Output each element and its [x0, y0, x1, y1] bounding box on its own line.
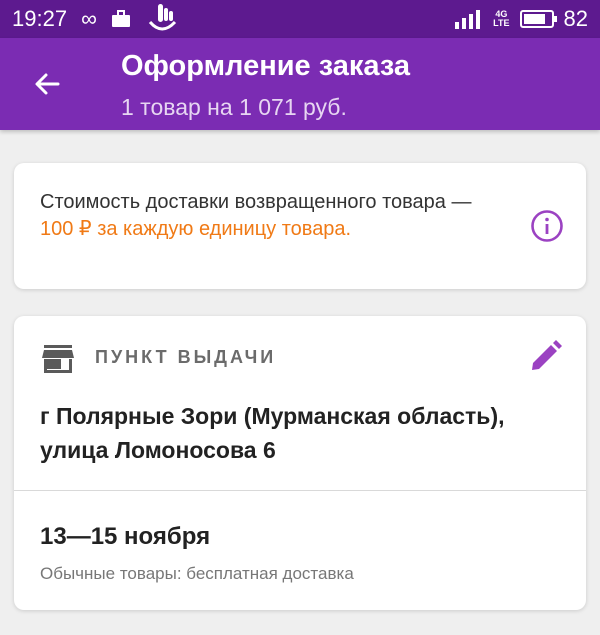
pickup-address: г Полярные Зори (Мурманская область), ул… [40, 403, 505, 463]
info-text: Стоимость доставки возвращенного товара … [40, 189, 500, 243]
signal-icon [455, 10, 481, 29]
battery-level: 82 [563, 6, 588, 31]
status-bar: 19:27 ∞ 4G LTE 82 [0, 0, 600, 38]
info-highlight: 100 ₽ за каждую единицу товара. [40, 218, 352, 240]
order-summary: 1 товар на 1 071 руб. [121, 94, 347, 120]
divider [14, 490, 586, 491]
return-delivery-info-card: Стоимость доставки возвращенного товара … [14, 163, 586, 289]
store-icon [42, 345, 74, 373]
status-time: 19:27 [12, 6, 68, 31]
info-icon[interactable] [530, 209, 564, 243]
network-indicator: 4G LTE [493, 9, 510, 28]
pickup-point-label: ПУНКТ ВЫДАЧИ [95, 347, 277, 367]
briefcase-icon [111, 10, 130, 27]
back-arrow-icon[interactable] [28, 64, 68, 104]
edit-pencil-icon[interactable] [528, 340, 562, 374]
battery-icon [519, 10, 557, 28]
app-bar: Оформление заказа 1 товар на 1 071 руб. [0, 38, 600, 130]
delivery-note: Обычные товары: бесплатная доставка [40, 564, 354, 583]
infinity-icon: ∞ [81, 6, 97, 31]
page-title: Оформление заказа [121, 50, 411, 82]
delivery-dates: 13—15 ноября [40, 523, 211, 550]
info-line: Стоимость доставки возвращенного товара … [40, 191, 472, 213]
smile-hand-icon [148, 4, 176, 31]
pickup-point-card: ПУНКТ ВЫДАЧИ г Полярные Зори (Мурманская… [14, 316, 586, 610]
